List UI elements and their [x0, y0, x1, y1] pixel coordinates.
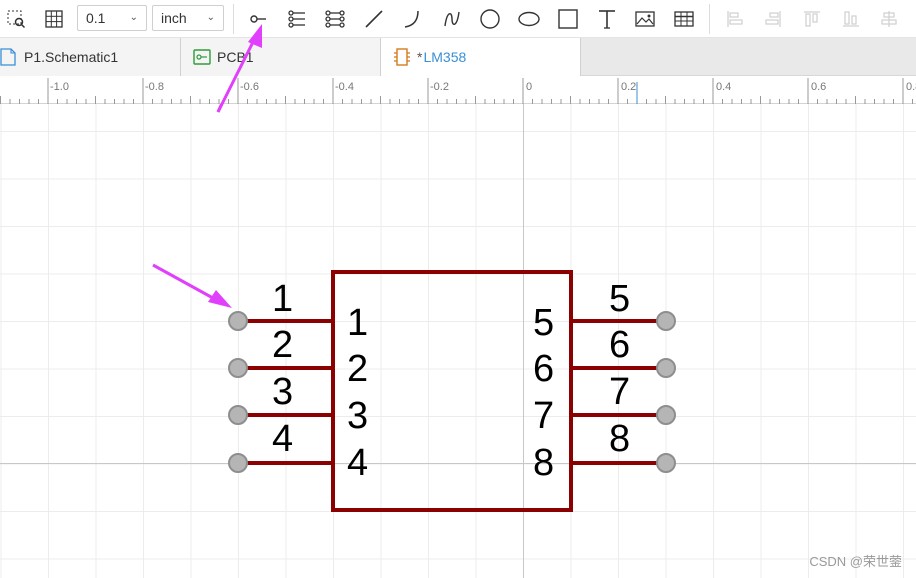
symbol-drawing — [152, 104, 676, 512]
circle-icon[interactable] — [477, 6, 503, 32]
ruler-label: 0.4 — [716, 81, 732, 93]
pin-array-icon[interactable] — [284, 6, 310, 32]
annotation-arrows — [152, 104, 232, 308]
tab-lm358-label: LM358 — [423, 49, 467, 65]
align-left-icon[interactable] — [722, 6, 748, 32]
arc-icon[interactable] — [399, 6, 425, 32]
grid-size-value: 0.1 — [86, 10, 106, 26]
grid-size-select[interactable]: 0.1 ⌄ — [77, 5, 147, 31]
tab-lm358[interactable]: * LM358 — [381, 38, 581, 76]
pin-endpoint[interactable] — [228, 453, 248, 473]
ruler-label: 0.2 — [621, 81, 637, 93]
pin-name-inner: 5 — [533, 302, 555, 344]
select-area-icon[interactable] — [3, 6, 29, 32]
toolbar-divider — [709, 4, 710, 34]
pin-number-outer: 8 — [609, 418, 631, 460]
ruler-label: -0.8 — [145, 81, 164, 93]
ruler-label: -0.6 — [240, 81, 259, 93]
pin-name-inner: 1 — [347, 302, 369, 344]
tab-schematic-label: P1.Schematic1 — [24, 49, 119, 65]
ruler-label: -1.0 — [50, 81, 69, 93]
grid-icon[interactable] — [41, 6, 67, 32]
align-bottom-icon[interactable] — [838, 6, 864, 32]
symbol-file-icon — [394, 48, 410, 66]
pin-endpoint[interactable] — [656, 453, 676, 473]
ruler-label: -0.2 — [430, 81, 449, 93]
pin-endpoint[interactable] — [656, 358, 676, 378]
pin-name-inner: 2 — [347, 348, 369, 390]
pin-endpoint[interactable] — [228, 358, 248, 378]
align-top-icon[interactable] — [799, 6, 825, 32]
tab-pcb[interactable]: PCB1 — [181, 38, 381, 76]
pin-endpoint[interactable] — [656, 311, 676, 331]
ruler-label: 0 — [526, 81, 533, 93]
unit-value: inch — [161, 10, 187, 26]
ruler-label: 0.6 — [811, 81, 827, 93]
annotation-arrow-toolbar — [216, 104, 224, 113]
pin-icon[interactable] — [245, 6, 271, 32]
watermark: CSDN @荣世蓥 — [809, 554, 902, 569]
line-icon[interactable] — [361, 6, 387, 32]
image-icon[interactable] — [632, 6, 658, 32]
pin-name-inner: 3 — [347, 395, 369, 437]
unit-select[interactable]: inch ⌄ — [152, 5, 224, 31]
table-icon[interactable] — [671, 6, 697, 32]
pin-number-outer: 1 — [272, 278, 294, 320]
symbol-canvas[interactable]: 1 2 3 4 1 2 3 4 5 6 7 8 5 6 7 8 CSDN @荣世… — [0, 104, 916, 578]
pin-name-inner: 8 — [533, 442, 555, 484]
pin-number-outer: 7 — [609, 371, 631, 413]
text-icon[interactable] — [594, 6, 620, 32]
annotation-arrowhead — [208, 290, 232, 308]
ruler-ticks — [0, 78, 913, 104]
pin-number-outer: 2 — [272, 324, 294, 366]
pin-number-outer: 4 — [272, 418, 294, 460]
pin-endpoint[interactable] — [228, 311, 248, 331]
ruler-label: 0.8 — [906, 81, 916, 93]
tab-pcb-label: PCB1 — [217, 49, 254, 65]
rectangle-icon[interactable] — [555, 6, 581, 32]
pin-name-inner: 6 — [533, 348, 555, 390]
pin-number-outer: 5 — [609, 278, 631, 320]
pin-name-inner: 4 — [347, 442, 369, 484]
document-tabs: P1.Schematic1 PCB1 * LM358 — [0, 38, 916, 76]
align-center-icon[interactable] — [876, 6, 902, 32]
tab-modified-marker: * — [417, 49, 423, 65]
align-right-icon[interactable] — [760, 6, 786, 32]
pin-double-array-icon[interactable] — [322, 6, 348, 32]
pin-number-outer: 3 — [272, 371, 294, 413]
pcb-file-icon — [193, 49, 211, 65]
ruler-label: -0.4 — [335, 81, 354, 93]
chevron-down-icon: ⌄ — [206, 12, 215, 23]
horizontal-ruler[interactable]: -1.0 -0.8 -0.6 -0.4 -0.2 0 0.2 0.4 0.6 0… — [0, 76, 916, 104]
toolbar-divider — [233, 4, 234, 34]
chevron-down-icon: ⌄ — [129, 12, 138, 23]
schematic-file-icon — [0, 48, 16, 66]
bezier-icon[interactable] — [439, 6, 465, 32]
pin-endpoint[interactable] — [656, 405, 676, 425]
ellipse-icon[interactable] — [516, 6, 542, 32]
toolbar: 0.1 ⌄ inch ⌄ — [0, 0, 916, 38]
pin-name-inner: 7 — [533, 395, 555, 437]
tab-schematic[interactable]: P1.Schematic1 — [0, 38, 181, 76]
pin-number-outer: 6 — [609, 324, 631, 366]
pin-endpoint[interactable] — [228, 405, 248, 425]
